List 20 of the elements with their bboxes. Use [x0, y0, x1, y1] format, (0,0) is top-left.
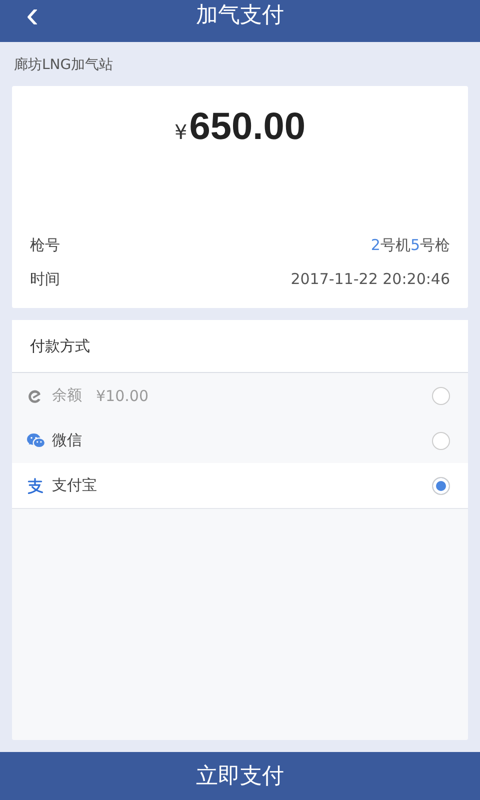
currency-symbol: ¥ [174, 120, 188, 144]
radio-button[interactable] [432, 432, 450, 450]
section-title: 付款方式 [30, 336, 90, 356]
back-button[interactable]: ‹ [20, 0, 45, 30]
pay-now-button[interactable]: 立即支付 [192, 761, 288, 791]
page-title: 加气支付 [196, 2, 284, 30]
info-value: 2号机5号枪 [370, 236, 450, 254]
info-label: 时间 [30, 270, 60, 288]
radio-button[interactable] [432, 476, 450, 494]
option-label: 支付宝 [52, 476, 97, 495]
payment-option[interactable]: 支付宝 [12, 463, 468, 509]
info-value: 2017-11-22 20:20:46 [290, 270, 450, 288]
amount-value: 650.00 [189, 106, 306, 149]
option-label: 微信 [52, 431, 82, 450]
station-name: 廊坊LNG加气站 [13, 56, 114, 72]
info-label: 枪号 [30, 236, 60, 254]
option-label: 余额 [52, 386, 82, 405]
alipay-icon [26, 476, 46, 494]
balance-amount: ¥10.00 [96, 386, 148, 404]
chat-bubbles-icon [26, 432, 46, 450]
